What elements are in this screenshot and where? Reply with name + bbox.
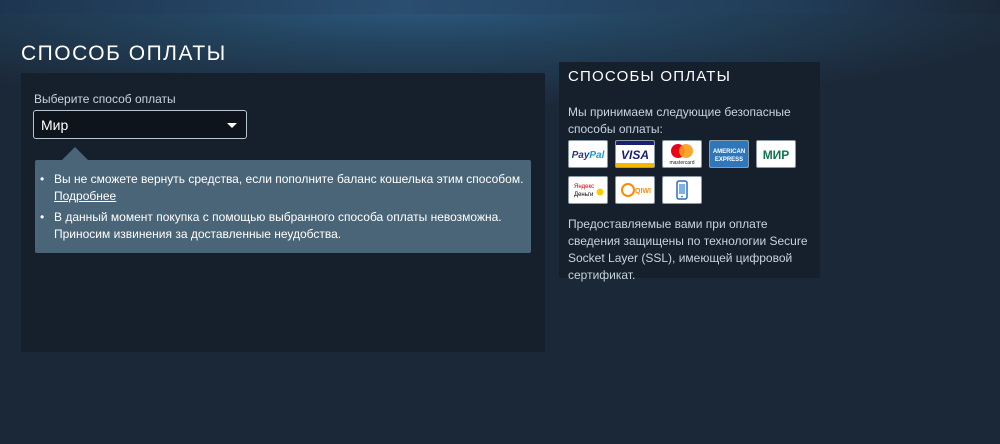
payment-method-label: Выберите способ оплаты [34, 92, 176, 106]
yandex-money-logo: Яндекс Деньги [568, 176, 608, 204]
svg-text:AMERICAN: AMERICAN [713, 149, 745, 155]
bullet-icon: • [40, 210, 45, 224]
svg-text:МИР: МИР [763, 148, 790, 162]
notice-pointer [62, 147, 88, 160]
mobile-payment-logo [662, 176, 702, 204]
mir-logo: МИР [756, 140, 796, 168]
svg-text:mastercard: mastercard [669, 160, 694, 166]
caret-down-icon [227, 123, 237, 128]
amex-logo: AMERICAN EXPRESS [709, 140, 749, 168]
payment-notice: • Вы не сможете вернуть средства, если п… [35, 147, 531, 253]
notice-item-unavailable-text: В данный момент покупка с помощью выбран… [54, 210, 502, 241]
svg-text:Деньги: Деньги [574, 192, 593, 198]
notice-item-refund-text: Вы не сможете вернуть средства, если поп… [54, 172, 524, 186]
mastercard-logo: mastercard [662, 140, 702, 168]
page-title: СПОСОБ ОПЛАТЫ [21, 42, 227, 65]
svg-text:QIWI: QIWI [635, 188, 651, 195]
notice-item-unavailable: • В данный момент покупка с помощью выбр… [40, 209, 524, 243]
header-bar [0, 0, 1000, 14]
visa-logo: VISA [615, 140, 655, 168]
learn-more-link[interactable]: Подробнее [54, 189, 116, 203]
paypal-logo: PayPal [568, 140, 608, 168]
qiwi-logo: QIWI [615, 176, 655, 204]
payment-methods-info-panel: СПОСОБЫ ОПЛАТЫ Мы принимаем следующие бе… [559, 62, 820, 282]
side-panel-title: СПОСОБЫ ОПЛАТЫ [568, 68, 732, 85]
payment-method-panel: Выберите способ оплаты Мир • Вы не сможе… [21, 73, 545, 352]
payment-method-select[interactable]: Мир [33, 110, 247, 139]
ssl-security-text: Предоставляемые вами при оплате сведения… [568, 217, 808, 282]
svg-text:VISA: VISA [621, 148, 649, 162]
svg-text:PayPal: PayPal [572, 150, 605, 161]
payment-method-selected-value: Мир [41, 117, 69, 133]
svg-text:Яндекс: Яндекс [574, 184, 594, 190]
notice-item-refund: • Вы не сможете вернуть средства, если п… [40, 171, 524, 205]
svg-text:EXPRESS: EXPRESS [715, 157, 743, 163]
accepted-methods-text: Мы принимаем следующие безопасные способ… [568, 105, 791, 136]
bullet-icon: • [40, 172, 45, 186]
